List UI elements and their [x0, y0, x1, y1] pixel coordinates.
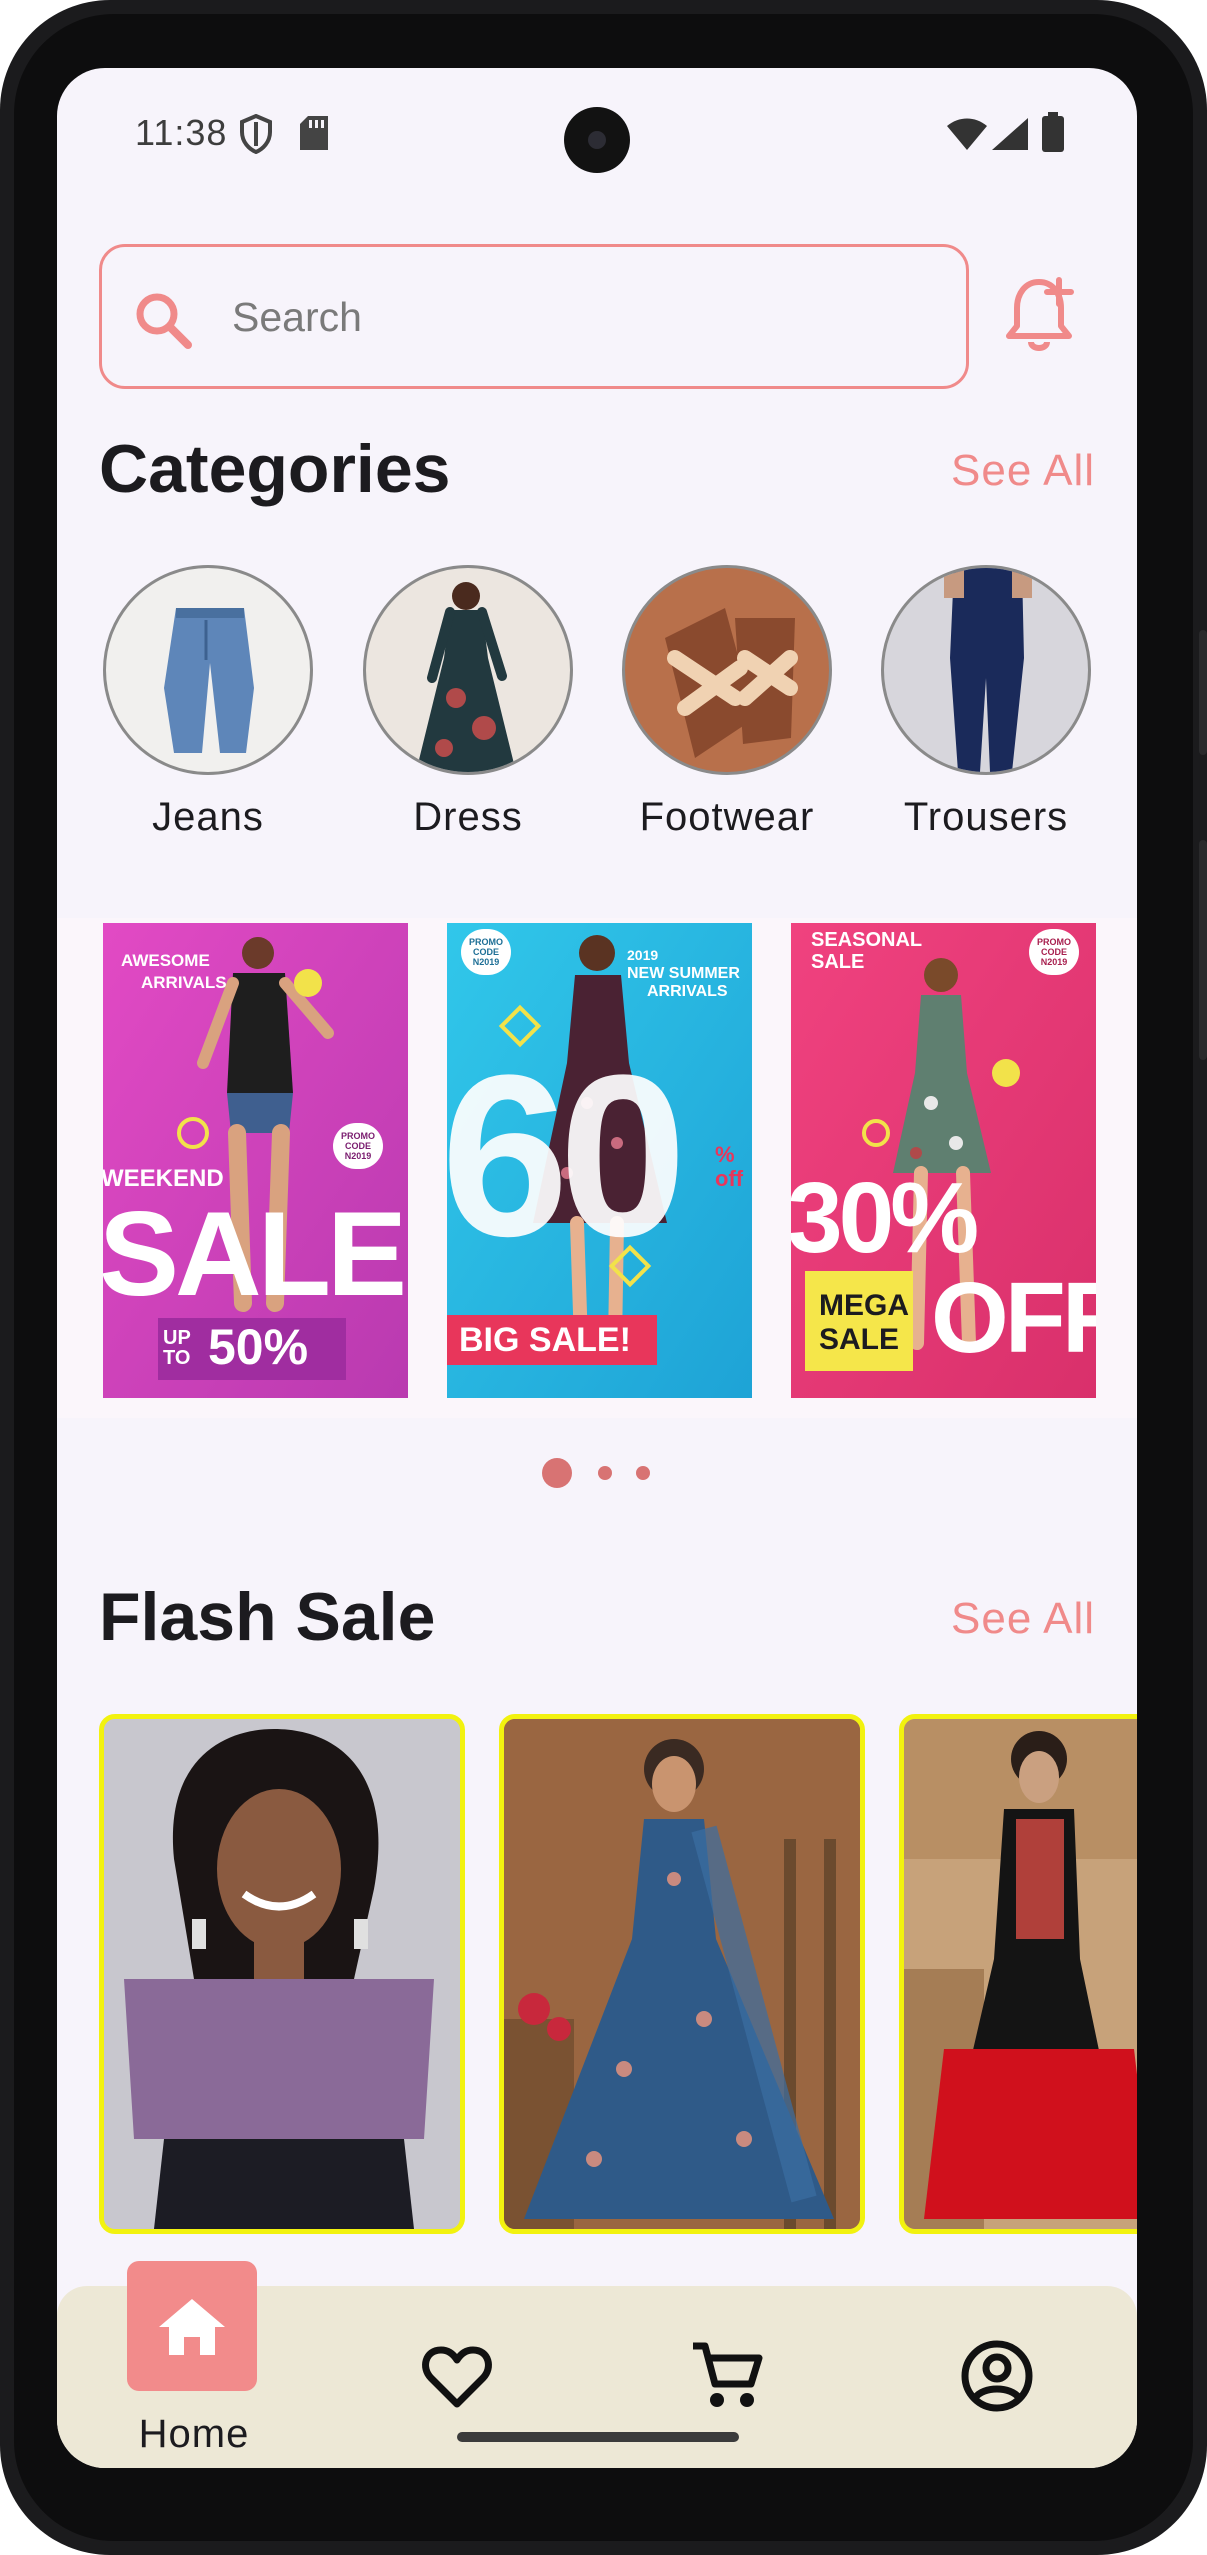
- status-time: 11:38: [135, 112, 228, 153]
- banner-text: ARRIVALS: [141, 973, 227, 992]
- banner-seasonal-sale[interactable]: SEASONAL SALE 30% OFF MEGA SALE PROMO CO…: [791, 923, 1096, 1398]
- category-jeans[interactable]: Jeans: [103, 565, 313, 840]
- banner-text: % off: [715, 1142, 744, 1191]
- system-home-indicator[interactable]: [457, 2432, 739, 2442]
- flash-sale-title: Flash Sale: [99, 1579, 436, 1655]
- carousel-dot-active[interactable]: [542, 1458, 572, 1488]
- banner-text: PROMO CODE N2019: [461, 929, 511, 975]
- category-dress[interactable]: Dress: [363, 565, 573, 840]
- search-icon: [136, 293, 192, 349]
- phone-frame: 11:38 Search Categories See All Jeans Dr…: [0, 0, 1207, 2555]
- category-label: Trousers: [903, 795, 1069, 839]
- category-image-footwear: [622, 565, 832, 775]
- nav-account[interactable]: [957, 2336, 1037, 2416]
- flash-sale-product-card[interactable]: [499, 1714, 865, 2234]
- banner-text: MEGA: [819, 1289, 909, 1322]
- flash-sale-product-card[interactable]: [899, 1714, 1137, 2234]
- front-camera: [564, 107, 630, 173]
- heart-icon: [422, 2346, 492, 2408]
- carousel-dot[interactable]: [598, 1466, 612, 1480]
- categories-see-all-link[interactable]: See All: [951, 446, 1095, 496]
- banner-text: 50%: [208, 1319, 309, 1375]
- banner-text: SALE: [103, 1187, 407, 1321]
- banner-text: 30%: [791, 1162, 979, 1274]
- banner-text: 60: [447, 1027, 687, 1284]
- search-box[interactable]: [99, 244, 969, 389]
- category-image-jeans: [103, 565, 313, 775]
- notification-add-button[interactable]: [989, 264, 1089, 364]
- nav-home-label: Home: [138, 2412, 250, 2456]
- banner-text: UP TO: [163, 1327, 191, 1369]
- banner-text: NEW SUMMER: [627, 965, 740, 982]
- flash-sale-see-all-link[interactable]: See All: [951, 1594, 1095, 1644]
- app-screen: 11:38 Search Categories See All Jeans Dr…: [57, 68, 1137, 2468]
- nav-home[interactable]: Home: [57, 2261, 327, 2468]
- battery-icon: [1042, 112, 1064, 152]
- banner-text: 2019: [627, 947, 659, 963]
- banner-text: ARRIVALS: [647, 983, 728, 1000]
- banner-text: PROMO CODE N2019: [1029, 929, 1079, 975]
- banner-text: SEASONAL: [811, 929, 923, 951]
- banner-text: SALE: [819, 1323, 900, 1356]
- status-bar: 11:38: [57, 68, 1137, 198]
- categories-title: Categories: [99, 431, 451, 507]
- sd-card-icon: [300, 116, 328, 150]
- nav-home-indicator: [127, 2261, 257, 2391]
- carousel-dot[interactable]: [636, 1466, 650, 1480]
- category-image-dress: [363, 565, 573, 775]
- signal-icon: [992, 118, 1028, 150]
- banner-text: BIG SALE!: [459, 1321, 631, 1359]
- banner-text: SALE: [811, 951, 865, 973]
- account-icon: [961, 2340, 1033, 2412]
- category-label: Footwear: [639, 795, 815, 839]
- category-image-trousers: [881, 565, 1091, 775]
- nav-favorites[interactable]: [417, 2336, 497, 2416]
- volume-button: [1199, 840, 1207, 1060]
- banner-text: AWESOME: [121, 951, 210, 970]
- banner-summer-arrivals[interactable]: 2019 NEW SUMMER ARRIVALS 60 % off BIG SA…: [447, 923, 752, 1398]
- power-button: [1199, 630, 1207, 755]
- home-icon: [159, 2299, 225, 2355]
- category-label: Dress: [413, 795, 523, 839]
- carousel-indicator: [57, 1458, 1137, 1498]
- banner-weekend-sale[interactable]: AWESOME ARRIVALS WEEKEND SALE UP TO 50% …: [103, 923, 408, 1398]
- banner-text: PROMO CODE N2019: [333, 1123, 383, 1169]
- notification-add-icon: [1006, 277, 1074, 351]
- banner-text: OFF: [931, 1262, 1096, 1374]
- search-input[interactable]: [232, 287, 932, 347]
- nav-cart[interactable]: [687, 2336, 767, 2416]
- cart-icon: [693, 2342, 763, 2407]
- wifi-icon: [947, 118, 987, 150]
- shield-icon: [240, 114, 272, 154]
- category-trousers[interactable]: Trousers: [881, 565, 1091, 840]
- category-label: Jeans: [152, 795, 264, 839]
- flash-sale-product-card[interactable]: [99, 1714, 465, 2234]
- category-footwear[interactable]: Footwear: [622, 565, 832, 840]
